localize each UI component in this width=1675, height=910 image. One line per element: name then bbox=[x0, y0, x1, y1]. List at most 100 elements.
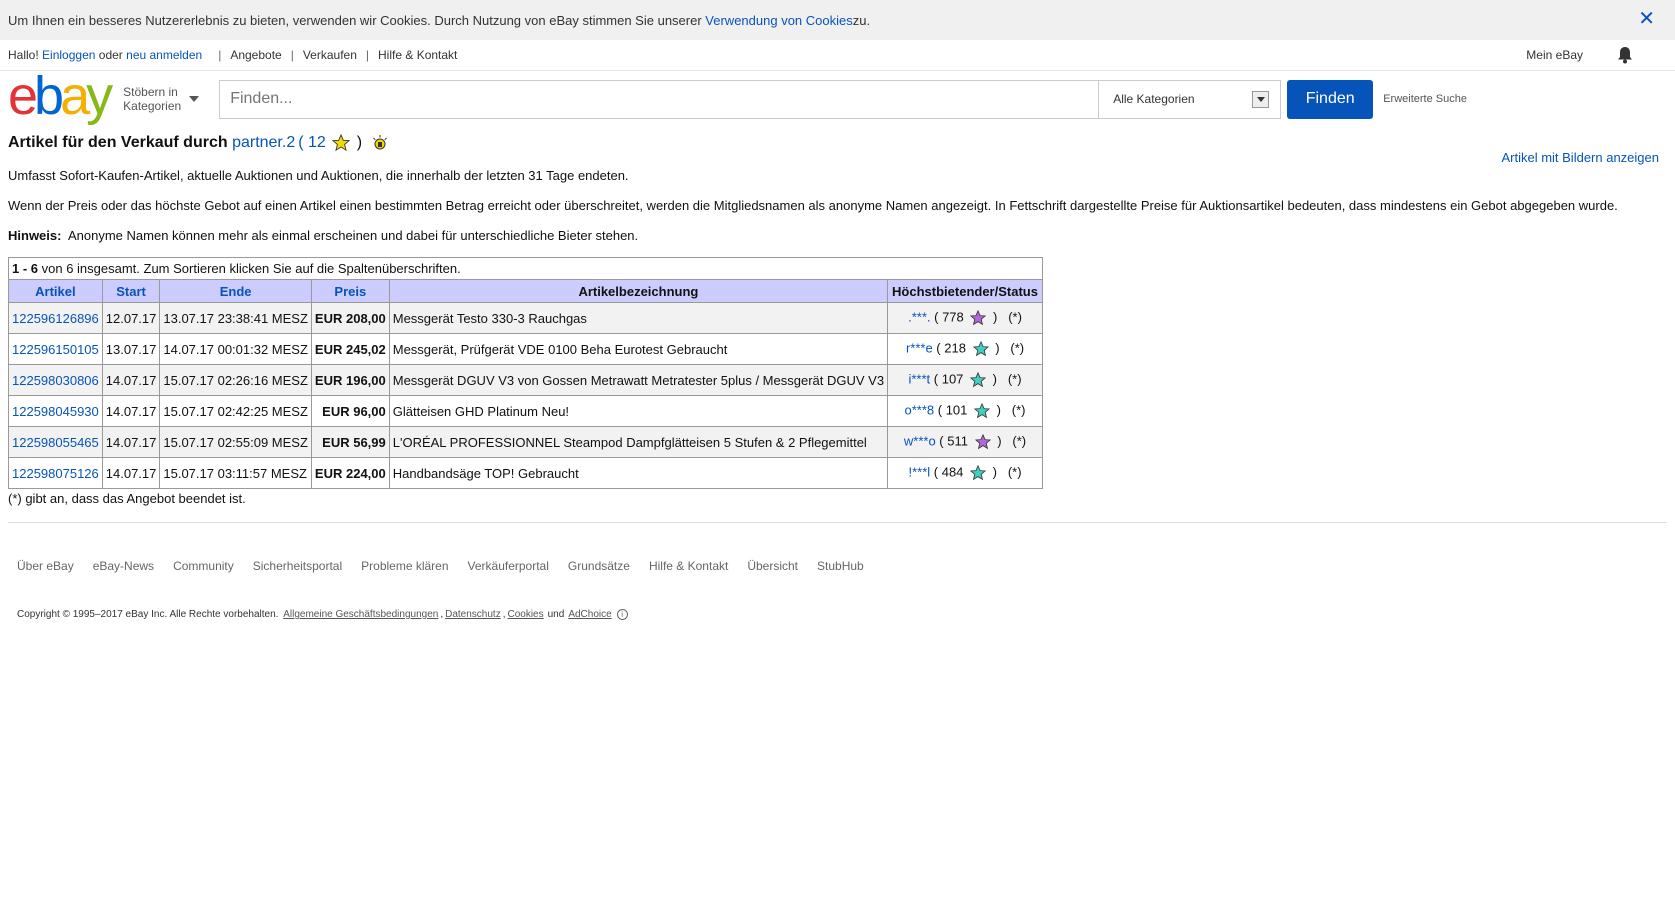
table-row: 122598045930 14.07.17 15.07.17 02:42:25 ME… bbox=[8, 395, 1043, 427]
bidder-link[interactable]: o***8 bbox=[904, 402, 934, 417]
item-link[interactable]: 122596126896 bbox=[12, 311, 99, 326]
advanced-search-link[interactable]: Erweiterte Suche bbox=[1383, 93, 1467, 105]
hint-label: Hinweis: bbox=[8, 228, 62, 243]
footer-link[interactable]: Über eBay bbox=[17, 559, 74, 573]
price-cell: EUR 224,00 bbox=[310, 457, 390, 489]
and-text: und bbox=[547, 609, 565, 620]
browse-label-line1: Stöbern in bbox=[123, 85, 178, 99]
login-link[interactable]: Einloggen bbox=[42, 48, 95, 62]
start-date-cell: 12.07.17 bbox=[101, 302, 161, 334]
nav-help[interactable]: Hilfe & Kontakt bbox=[378, 48, 457, 62]
end-date-cell: 13.07.17 23:38:41 MESZ bbox=[159, 302, 312, 334]
start-date-cell: 14.07.17 bbox=[101, 426, 161, 458]
search-bar: Alle Kategorien bbox=[219, 79, 1282, 119]
footer-link[interactable]: Probleme klären bbox=[361, 559, 448, 573]
result-range: 1 - 6 bbox=[12, 261, 39, 276]
seller-link[interactable]: partner.2 bbox=[232, 134, 295, 152]
search-input[interactable] bbox=[220, 80, 1099, 118]
bidder-link[interactable]: !***l bbox=[908, 464, 930, 479]
bidder-status-cell: o***8 ( 101 ) (*) bbox=[887, 395, 1043, 427]
show-with-images-link[interactable]: Artikel mit Bildern anzeigen bbox=[1501, 150, 1659, 165]
bidder-link[interactable]: i***t bbox=[908, 371, 930, 386]
footer-link[interactable]: Grundsätze bbox=[568, 559, 630, 573]
column-header-start[interactable]: Start bbox=[101, 279, 161, 303]
table-row: 122598055465 14.07.17 15.07.17 02:55:09 ME… bbox=[8, 426, 1043, 458]
footer-link[interactable]: eBay-News bbox=[93, 559, 154, 573]
browse-categories-button[interactable]: Stöbern in Kategorien bbox=[123, 85, 200, 113]
footer-divider bbox=[8, 522, 1667, 523]
auction-ended-status: (*) bbox=[1011, 402, 1026, 418]
end-date-cell: 15.07.17 02:42:25 MESZ bbox=[159, 395, 312, 427]
my-ebay-link[interactable]: Mein eBay bbox=[1526, 48, 1583, 62]
nav-offers[interactable]: Angebote bbox=[230, 48, 281, 62]
category-select[interactable]: Alle Kategorien bbox=[1098, 80, 1280, 118]
me-badge-icon[interactable] bbox=[371, 134, 389, 152]
table-body: 122596126896 12.07.17 13.07.17 23:38:41 ME… bbox=[8, 302, 1043, 489]
column-header-item[interactable]: Artikel bbox=[8, 279, 103, 303]
bidder-score[interactable]: 778 bbox=[942, 309, 964, 324]
divider: | bbox=[365, 48, 370, 62]
item-id-cell: 122598030806 bbox=[8, 364, 103, 396]
terms-link[interactable]: Allgemeine Geschäftsbedingungen bbox=[283, 609, 438, 620]
adchoice-link[interactable]: AdChoice bbox=[568, 609, 611, 620]
item-link[interactable]: 122596150105 bbox=[12, 342, 99, 357]
end-date-cell: 15.07.17 03:11:57 MESZ bbox=[159, 457, 312, 489]
main-content: Artikel für den Verkauf durch partner.2 … bbox=[0, 131, 1675, 506]
item-link[interactable]: 122598055465 bbox=[12, 435, 99, 450]
start-date-cell: 14.07.17 bbox=[101, 457, 161, 489]
nav-sell[interactable]: Verkaufen bbox=[303, 48, 357, 62]
browse-label-line2: Kategorien bbox=[123, 99, 182, 113]
item-title-cell: Messgerät DGUV V3 von Gossen Metrawatt M… bbox=[388, 364, 889, 396]
table-summary-row: 1 - 6 von 6 insgesamt. Zum Sortieren kli… bbox=[8, 257, 1043, 280]
cookie-suffix: zu. bbox=[852, 12, 871, 28]
footer-link[interactable]: StubHub bbox=[817, 559, 864, 573]
item-link[interactable]: 122598075126 bbox=[12, 466, 99, 481]
start-date-cell: 14.07.17 bbox=[101, 395, 161, 427]
purple-star-icon bbox=[974, 433, 992, 451]
column-header-end[interactable]: Ende bbox=[159, 279, 312, 303]
or-text: oder bbox=[98, 48, 123, 62]
cookies-link[interactable]: Cookies bbox=[507, 609, 543, 620]
item-link[interactable]: 122598045930 bbox=[12, 404, 99, 419]
item-title-cell: Messgerät, Prüfgerät VDE 0100 Beha Eurot… bbox=[388, 333, 889, 365]
column-header-price[interactable]: Preis bbox=[310, 279, 390, 303]
category-selected-value: Alle Kategorien bbox=[1113, 92, 1195, 106]
register-link[interactable]: neu anmelden bbox=[126, 48, 202, 62]
footer-link[interactable]: Übersicht bbox=[747, 559, 798, 573]
info-icon[interactable]: i bbox=[616, 609, 628, 620]
privacy-link[interactable]: Datenschutz bbox=[445, 609, 501, 620]
item-id-cell: 122598075126 bbox=[8, 457, 103, 489]
page-title: Artikel für den Verkauf durch partner.2 … bbox=[8, 131, 1667, 155]
bidder-status-cell: .***. ( 778 ) (*) bbox=[887, 302, 1043, 334]
auction-ended-status: (*) bbox=[1007, 464, 1022, 480]
anonymity-paragraph: Wenn der Preis oder das höchste Gebot au… bbox=[8, 198, 1618, 213]
bidder-score[interactable]: 218 bbox=[944, 340, 966, 355]
close-icon[interactable]: ✕ bbox=[1638, 9, 1655, 29]
cookie-policy-link[interactable]: Verwendung von Cookies bbox=[705, 13, 852, 28]
turquoise-star-icon bbox=[972, 340, 990, 358]
bidder-score[interactable]: 484 bbox=[942, 464, 964, 479]
bidder-score[interactable]: 101 bbox=[946, 402, 968, 417]
top-navigation: Hallo! Einloggen oder neu anmelden | Ang… bbox=[0, 40, 1675, 71]
bidder-link[interactable]: r***e bbox=[906, 340, 933, 355]
bell-icon[interactable] bbox=[1617, 46, 1633, 64]
bidder-score[interactable]: 511 bbox=[947, 433, 968, 448]
footer-link[interactable]: Verkäuferportal bbox=[468, 559, 549, 573]
feedback-score-link[interactable]: 12 bbox=[308, 134, 326, 151]
bidder-score[interactable]: 107 bbox=[942, 371, 964, 386]
hint-paragraph: Hinweis: Anonyme Namen können mehr als e… bbox=[8, 227, 1667, 245]
item-title-cell: Messgerät Testo 330-3 Rauchgas bbox=[388, 302, 889, 334]
find-button[interactable]: Finden bbox=[1287, 79, 1374, 119]
item-title-cell: Handbandsäge TOP! Gebraucht bbox=[388, 457, 889, 489]
bidder-link[interactable]: .***. bbox=[908, 309, 930, 324]
ebay-logo[interactable]: ebay bbox=[8, 69, 113, 123]
footer-link[interactable]: Sicherheitsportal bbox=[253, 559, 342, 573]
table-row: 122598030806 14.07.17 15.07.17 02:26:16 ME… bbox=[8, 364, 1043, 396]
title-prefix: Artikel für den Verkauf durch bbox=[8, 134, 228, 151]
bidder-link[interactable]: w***o bbox=[904, 433, 936, 448]
footer-links: Über eBay eBay-News Community Sicherheitspo… bbox=[17, 559, 1675, 573]
item-link[interactable]: 122598030806 bbox=[12, 373, 99, 388]
footer-link[interactable]: Hilfe & Kontakt bbox=[649, 559, 728, 573]
footer-link[interactable]: Community bbox=[173, 559, 234, 573]
result-summary: von 6 insgesamt. Zum Sortieren klicken S… bbox=[38, 261, 461, 276]
